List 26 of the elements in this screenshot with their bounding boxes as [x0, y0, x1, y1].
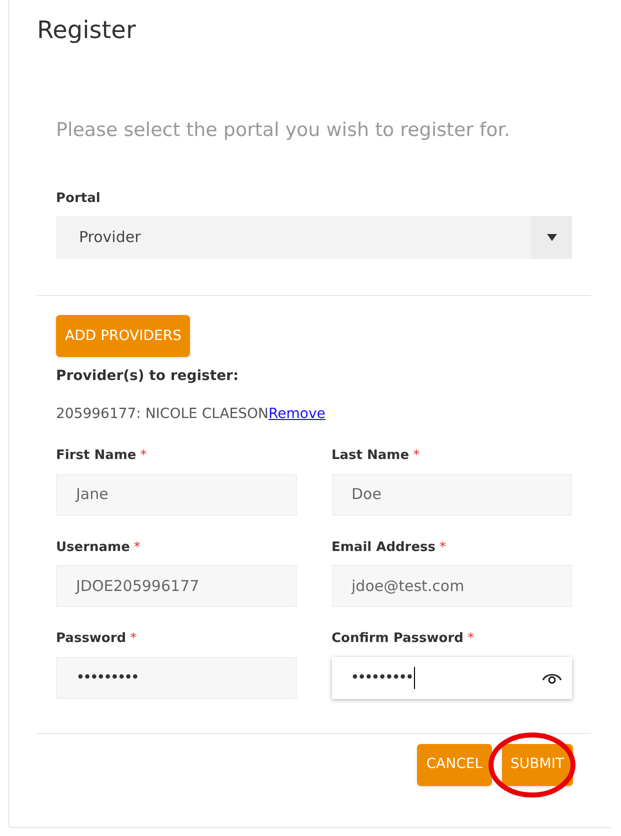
required-mark: * [134, 538, 140, 556]
page-title: Register [37, 15, 136, 46]
provider-entry: 205996177: NICOLE CLAESONRemove [56, 405, 326, 424]
password-field[interactable]: ••••••••• [56, 656, 296, 698]
required-mark: * [140, 447, 147, 465]
input-field[interactable]: Doe [332, 474, 572, 516]
input-field[interactable]: JDOE205996177 [56, 565, 296, 607]
input-field[interactable]: jdoe@test.com [332, 565, 572, 607]
dropdown-arrow-icon [546, 234, 556, 241]
field-label: First Name [56, 447, 136, 465]
input-field[interactable]: Jane [56, 474, 296, 516]
providers-heading: Provider(s) to register: [56, 367, 239, 386]
required-mark: * [130, 630, 137, 648]
required-mark: * [467, 630, 474, 648]
portal-select[interactable]: Provider [56, 216, 572, 259]
required-mark: * [413, 447, 420, 465]
field-label: Password [56, 630, 126, 648]
field-label: Username [56, 538, 130, 556]
required-mark: * [440, 538, 446, 556]
field-label: Portal [56, 190, 100, 208]
field-label: Confirm Password [332, 630, 464, 648]
instruction-text: Please select the portal you wish to register for. [56, 118, 510, 143]
password-field[interactable]: ••••••••• [332, 656, 572, 698]
field-label: Email Address [332, 538, 436, 556]
remove-link[interactable]: Remove [268, 406, 326, 422]
field-label: Last Name [332, 447, 410, 465]
